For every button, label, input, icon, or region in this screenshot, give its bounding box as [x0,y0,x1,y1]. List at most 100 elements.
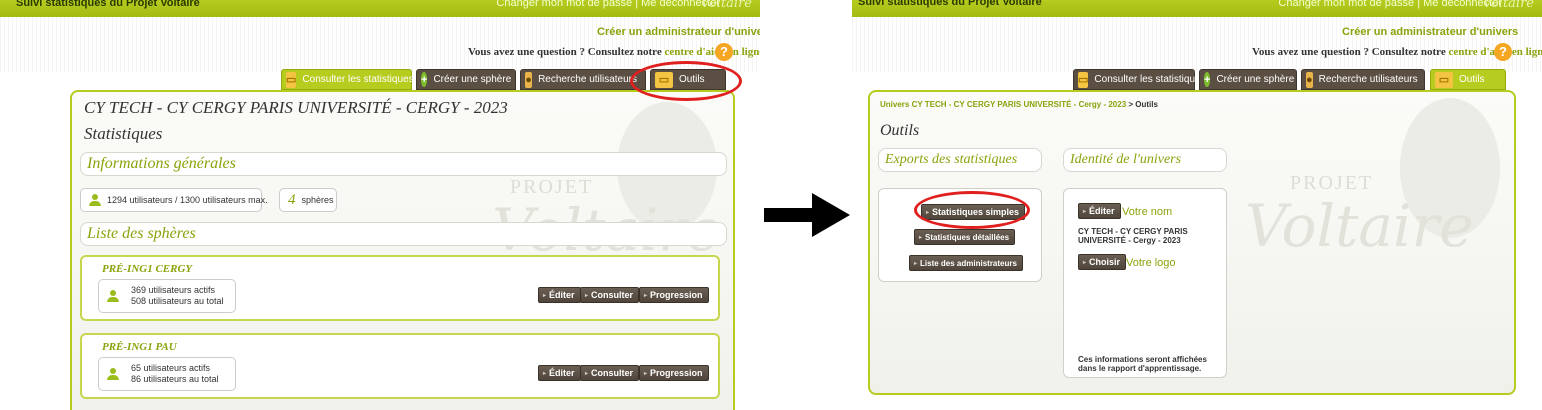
spheres-list-heading: Liste des sphères [80,222,727,246]
tab-label: Consulter les statistiques [1094,74,1206,85]
universe-name: CY TECH - CY CERGY PARIS UNIVERSITÉ - Ce… [1078,227,1188,245]
main-content: PROJET Voltaire Outils Exports des stati… [868,90,1516,395]
help-prefix: Vous avez une question ? Consultez notre [468,46,665,58]
help-icon[interactable]: ? [1494,43,1512,61]
section-heading: Informations générales [87,155,236,172]
tab-user-search[interactable]: ● Recherche utilisateurs [520,69,646,90]
edit-button[interactable]: ▸ Éditer [538,287,581,303]
top-bar: Suivi statistiques du Projet Voltaire Ch… [852,0,1542,17]
account-links[interactable]: Changer mon mot de passe | Me déconnecte… [496,0,720,9]
user-icon [107,368,119,380]
universe-title: CY TECH - CY CERGY PARIS UNIVERSITÉ - CE… [84,98,508,117]
name-label: Votre nom [1122,206,1173,218]
app-title: Suivi statistiques du Projet Voltaire [16,0,200,9]
sphere-stats: 65 utilisateurs actifs 86 utilisateurs a… [98,357,236,391]
universe-name-line: CY TECH - CY CERGY PARIS [1078,227,1188,236]
tab-label: Recherche utilisateurs [1318,74,1418,85]
logo-label: Votre logo [1126,257,1176,269]
report-note: Ces informations seront affichées dans l… [1078,355,1207,373]
button-label: Éditer [549,368,575,378]
button-label: Progression [650,368,703,378]
tab-tools[interactable]: ▭ Outils [1430,69,1506,90]
folder-icon: ▭ [1078,71,1089,88]
spheres-count-chip: 4 sphères [279,188,337,212]
users-count-chip: 1294 utilisateurs / 1300 utilisateurs ma… [80,188,268,212]
sphere-card: PRÉ-ING1 PAU 65 utilisateurs actifs 86 u… [80,333,720,399]
create-admin-link[interactable]: Créer un administrateur d'univers [1342,26,1518,38]
active-users: 65 utilisateurs actifs [131,363,211,373]
sphere-counts: 369 utilisateurs actifs 508 utilisateurs… [131,285,224,307]
breadcrumb-universe-link[interactable]: Univers CY TECH - CY CERGY PARIS UNIVERS… [880,100,1126,109]
button-label: Consulter [591,290,634,300]
button-label: Liste des administrateurs [920,258,1017,268]
tab-label: Créer une sphère [433,74,512,85]
progression-button[interactable]: ▸ Progression [639,365,709,381]
page-title: Statistiques [84,124,163,143]
identity-box: ▸ Éditer Votre nom CY TECH - CY CERGY PAR… [1063,188,1227,378]
identity-heading: Identité de l'univers [1063,148,1227,172]
tab-user-search[interactable]: ● Recherche utilisateurs [1301,69,1425,90]
active-users: 369 utilisateurs actifs [131,285,216,295]
button-label: Choisir [1089,257,1121,267]
app-title: Suivi statistiques du Projet Voltaire [858,0,1042,8]
tab-create-sphere[interactable]: + Créer une sphère [1199,69,1297,90]
breadcrumb-current: > Outils [1126,100,1158,109]
top-bar: Suivi statistiques du Projet Voltaire Ch… [0,0,760,17]
consult-button[interactable]: ▸ Consulter [580,287,640,303]
progression-button[interactable]: ▸ Progression [639,287,709,303]
user-icon [89,194,101,206]
folder-icon: ▭ [1435,71,1453,88]
detailed-stats-button[interactable]: ▸ Statistiques détaillées [914,229,1016,245]
exports-heading: Exports des statistiques [878,148,1042,172]
help-icon[interactable]: ? [715,43,733,61]
button-label: Éditer [549,290,575,300]
user-icon [107,290,119,302]
help-center-link[interactable]: centre d'aide en ligne [665,46,761,58]
sphere-name: PRÉ-ING1 CERGY [102,263,193,275]
section-heading: Liste des sphères [87,225,196,242]
section-heading: Identité de l'univers [1070,152,1182,167]
tab-consult-stats[interactable]: ▭ Consulter les statistiques [1073,69,1206,90]
button-label: Progression [650,290,703,300]
folder-icon: ▭ [286,71,297,88]
spheres-count: 4 [288,191,296,208]
tab-consult-stats[interactable]: ▭ Consulter les statistiques [281,69,414,90]
tab-label: Consulter les statistiques [302,74,414,85]
arrow-right-icon [764,193,850,237]
consult-button[interactable]: ▸ Consulter [580,365,640,381]
universe-name-line: UNIVERSITÉ - Cergy - 2023 [1078,236,1181,245]
left-screenshot: Suivi statistiques du Projet Voltaire Ch… [0,0,760,410]
report-note-line: dans le rapport d'apprentissage. [1078,364,1202,373]
total-users: 508 utilisateurs au total [131,296,224,306]
sphere-card: PRÉ-ING1 CERGY 369 utilisateurs actifs 5… [80,255,720,321]
section-heading: Exports des statistiques [885,152,1018,167]
spheres-label: sphères [301,195,334,205]
admin-list-button[interactable]: ▸ Liste des administrateurs [909,255,1023,271]
tab-label: Créer une sphère [1216,74,1295,85]
red-highlight-ellipse [630,61,742,101]
total-users: 86 utilisateurs au total [131,374,219,384]
tab-label: Recherche utilisateurs [538,74,637,85]
choose-logo-button[interactable]: ▸ Choisir [1078,254,1127,270]
sphere-counts: 65 utilisateurs actifs 86 utilisateurs a… [131,363,219,385]
general-info-heading: Informations générales [80,152,727,176]
create-admin-link[interactable]: Créer un administrateur d'univers [597,26,760,38]
red-highlight-ellipse [914,191,1030,229]
plus-circle-icon: + [1204,72,1211,87]
tab-create-sphere[interactable]: + Créer une sphère [416,69,516,90]
page-title: Outils [880,122,920,139]
edit-button[interactable]: ▸ Éditer [538,365,581,381]
report-note-line: Ces informations seront affichées [1078,355,1207,364]
sphere-name: PRÉ-ING1 PAU [102,341,177,353]
sphere-stats: 369 utilisateurs actifs 508 utilisateurs… [98,279,236,313]
voltaire-logo: Voltaire [700,0,752,11]
watermark-voltaire: Voltaire [1245,192,1474,260]
right-screenshot: Suivi statistiques du Projet Voltaire Ch… [852,0,1542,410]
button-label: Éditer [1089,206,1115,216]
account-links[interactable]: Changer mon mot de passe | Me déconnecte… [1278,0,1502,9]
help-prefix: Vous avez une question ? Consultez notre [1252,46,1449,58]
edit-name-button[interactable]: ▸ Éditer [1078,203,1121,219]
user-search-icon: ● [1306,71,1313,88]
voltaire-logo: Voltaire [1482,0,1534,11]
main-content: PROJET Voltaire CY TECH - CY CERGY PARIS… [70,90,735,410]
